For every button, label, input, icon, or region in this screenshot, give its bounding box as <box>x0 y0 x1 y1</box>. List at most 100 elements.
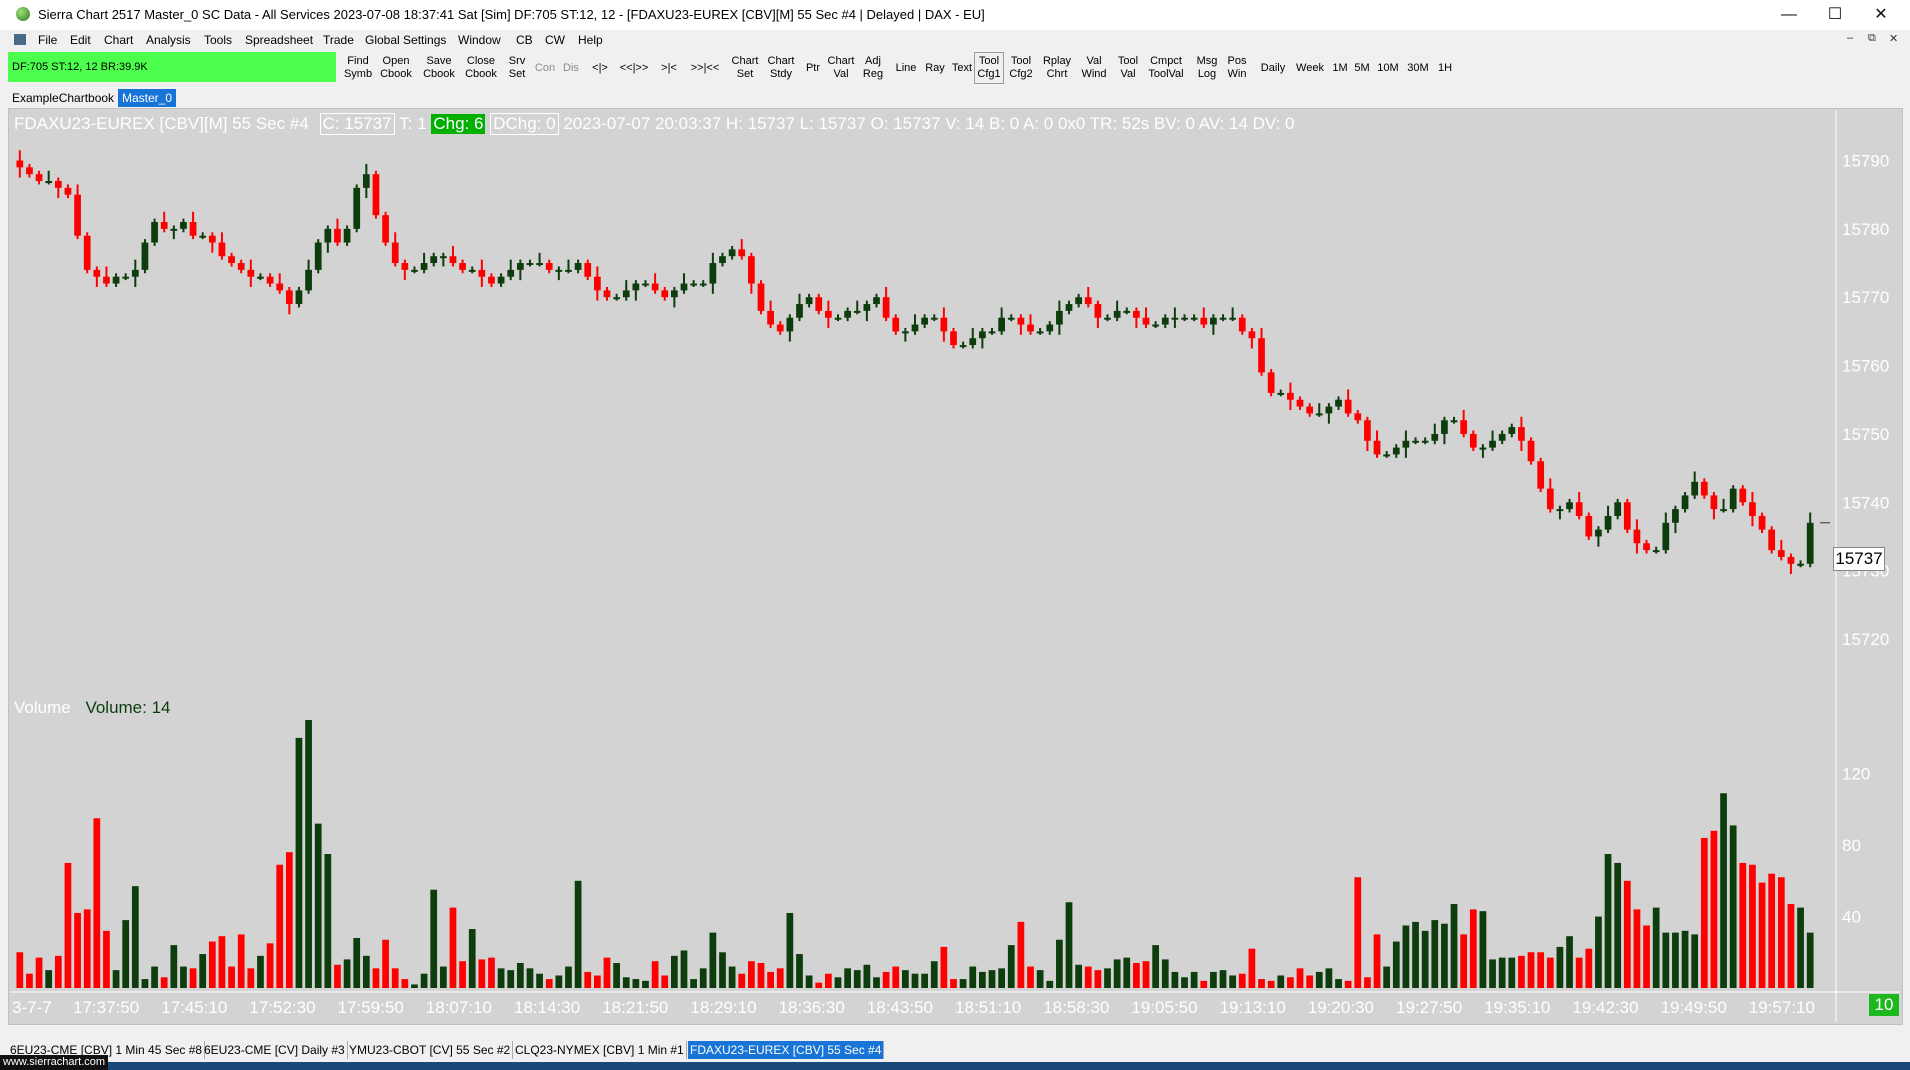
candle-body <box>1171 317 1179 320</box>
volume-bar <box>1710 830 1718 988</box>
candle-body <box>1787 556 1795 564</box>
website-link[interactable]: www.sierrachart.com <box>0 1055 109 1070</box>
price-tick-label: 15720 <box>1842 630 1889 649</box>
volume-bar <box>796 954 803 988</box>
candle-body <box>584 263 592 277</box>
volume-bar <box>709 932 717 988</box>
candle-body <box>295 290 303 305</box>
volume-bar <box>1123 957 1131 988</box>
volume-bar <box>680 950 688 988</box>
candle-body <box>767 310 774 325</box>
volume-bar <box>1614 862 1622 988</box>
volume-bar <box>420 973 428 988</box>
candle-body <box>276 283 284 291</box>
price-volume-chart: 1572015730157401575015760157701578015790… <box>10 110 1900 1022</box>
candle-body <box>1084 297 1092 305</box>
volume-bar <box>1027 966 1034 988</box>
candle-body <box>16 160 24 168</box>
candle-body <box>1739 488 1747 503</box>
candle-body <box>237 263 245 270</box>
volume-bar <box>83 909 91 988</box>
candle-body <box>257 276 264 279</box>
volume-bar <box>343 959 351 988</box>
candle-body <box>160 222 168 229</box>
volume-bar <box>1797 907 1804 988</box>
volume-bar <box>1354 877 1362 988</box>
candle-body <box>757 283 765 311</box>
candle-body <box>478 269 486 277</box>
candle-body <box>497 276 505 284</box>
bar-details: 2023-07-07 20:03:37 H: 15737 L: 15737 O:… <box>563 114 1295 133</box>
volume-bar <box>208 941 216 988</box>
candle-body <box>1604 515 1612 530</box>
candle-body <box>83 235 91 270</box>
candle-body <box>131 269 139 277</box>
candle-body <box>141 242 149 270</box>
volume-bar <box>1537 952 1545 988</box>
price-tick-label: 15750 <box>1842 425 1889 444</box>
volume-bar <box>1421 930 1429 988</box>
candle-body <box>892 317 900 332</box>
candle-body <box>516 263 524 270</box>
volume-bar <box>873 977 880 988</box>
candle-body <box>613 297 620 300</box>
candle-body <box>401 263 409 270</box>
candle-body <box>1229 317 1237 320</box>
candle-body <box>844 310 851 318</box>
candle-body <box>911 324 919 332</box>
volume-bar <box>950 979 957 988</box>
volume-bar <box>651 961 659 988</box>
volume-bar <box>1585 948 1593 988</box>
volume-bar <box>26 973 33 988</box>
volume-bar <box>1046 980 1054 988</box>
candle-body <box>959 345 967 348</box>
volume-bar <box>1104 968 1111 988</box>
volume-bar <box>16 952 24 988</box>
volume-bar <box>805 975 813 988</box>
volume-bar <box>1325 968 1333 988</box>
volume-bar <box>959 979 967 988</box>
volume-bar <box>574 880 582 988</box>
candle-body <box>199 235 207 238</box>
candle-body <box>1672 509 1679 523</box>
volume-bar <box>439 966 447 988</box>
candle-body <box>728 249 736 257</box>
candle-body <box>45 181 53 184</box>
candle-body <box>1768 529 1776 551</box>
candle-body <box>555 269 563 272</box>
volume-bar <box>1787 904 1795 988</box>
volume-bar <box>1094 970 1102 988</box>
volume-bar <box>786 912 794 988</box>
candle-body <box>1595 529 1602 537</box>
volume-bar <box>497 968 505 988</box>
candle-body <box>979 331 986 339</box>
candle-body <box>574 263 582 270</box>
candle-body <box>1633 529 1641 544</box>
time-tick-label: 18:58:30 <box>1043 998 1109 1017</box>
candle-body <box>112 276 120 284</box>
volume-bar <box>1084 966 1092 988</box>
volume-bar <box>1210 971 1217 988</box>
volume-bar <box>988 970 996 988</box>
volume-bar <box>622 977 630 988</box>
volume-bar <box>276 864 284 988</box>
candle-body <box>1498 433 1506 441</box>
volume-bar <box>728 966 736 988</box>
candle-body <box>1210 317 1217 325</box>
volume-bar <box>401 979 409 988</box>
candle-body <box>1749 502 1756 516</box>
candle-body <box>420 263 428 270</box>
time-tick-label: 18:07:10 <box>426 998 492 1017</box>
candle-body <box>1219 317 1227 320</box>
candle-body <box>1566 502 1573 510</box>
candle-body <box>1056 310 1063 325</box>
candle-body <box>488 276 495 284</box>
candle-body <box>208 235 216 243</box>
candle-body <box>1113 310 1121 318</box>
volume-bar <box>1768 873 1776 988</box>
volume-bar <box>1392 941 1400 988</box>
volume-bar <box>257 955 264 988</box>
volume-bar <box>103 930 110 988</box>
candle-body <box>1797 563 1804 566</box>
volume-bar <box>1498 957 1506 988</box>
